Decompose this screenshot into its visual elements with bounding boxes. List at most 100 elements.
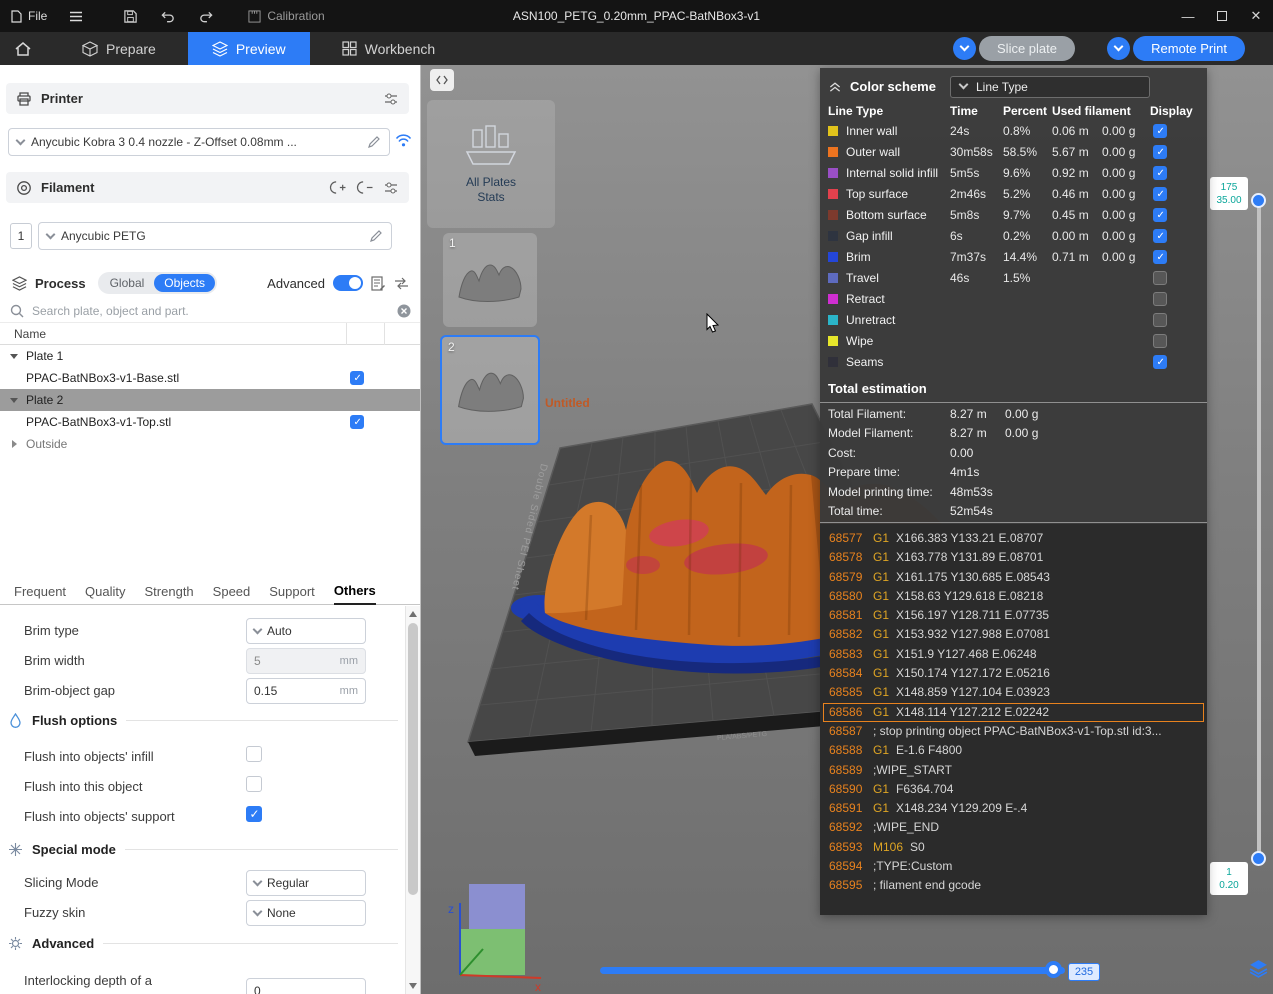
gcode-line[interactable]: 68577 G1 X166.383 Y133.21 E.08707 (823, 529, 1204, 548)
search-input[interactable] (32, 304, 389, 318)
display-checkbox[interactable] (1153, 291, 1167, 306)
fuzzy-skin-select[interactable]: None (246, 900, 366, 926)
undo-icon[interactable] (149, 0, 187, 32)
filament-index-box[interactable]: 1 (10, 223, 32, 249)
object-visible-checkbox[interactable] (350, 371, 364, 385)
gcode-line[interactable]: 68584 G1 X150.174 Y127.172 E.05216 (823, 664, 1204, 683)
tab-support[interactable]: Support (269, 584, 315, 604)
tree-row-plate-1[interactable]: Plate 1 (0, 345, 420, 367)
sidebar-scrollbar[interactable] (405, 606, 420, 994)
advanced-toggle[interactable] (333, 275, 363, 291)
gcode-line[interactable]: 68590 G1 F6364.704 (823, 780, 1204, 799)
remote-print-button[interactable]: Remote Print (1133, 36, 1245, 61)
menu-icon[interactable] (58, 0, 94, 32)
gcode-line[interactable]: 68580 G1 X158.63 Y129.618 E.08218 (823, 587, 1204, 606)
object-visible-checkbox[interactable] (350, 415, 364, 429)
color-scheme-select[interactable]: Line Type (949, 75, 1150, 98)
param-table-icon[interactable] (371, 275, 386, 291)
filament-settings-icon[interactable] (383, 180, 399, 196)
display-checkbox[interactable] (1153, 123, 1167, 138)
printer-select[interactable]: Anycubic Kobra 3 0.4 nozzle - Z-Offset 0… (8, 128, 390, 156)
chevron-down-icon[interactable] (10, 398, 18, 403)
flush-infill-checkbox[interactable] (246, 746, 262, 762)
tab-frequent[interactable]: Frequent (14, 584, 66, 604)
layer-slider-bottom-handle[interactable] (1251, 851, 1266, 866)
gcode-line[interactable]: 68589 ;WIPE_START (823, 761, 1204, 780)
collapse-sidebar-button[interactable] (430, 69, 454, 91)
interlocking-input[interactable]: 0 (246, 978, 366, 994)
slice-plate-button[interactable]: Slice plate (979, 36, 1075, 61)
wifi-connection-icon[interactable] (394, 133, 413, 148)
flush-support-checkbox[interactable] (246, 806, 262, 822)
display-checkbox[interactable] (1153, 165, 1167, 180)
gcode-line[interactable]: 68588 G1 E-1.6 F4800 (823, 741, 1204, 760)
plate-1-thumbnail[interactable]: 1 (443, 233, 537, 327)
display-checkbox[interactable] (1153, 312, 1167, 327)
minimize-button[interactable]: — (1171, 0, 1205, 32)
filament-select[interactable]: Anycubic PETG (38, 222, 392, 250)
remove-filament-icon[interactable] (356, 180, 374, 195)
tab-quality[interactable]: Quality (85, 584, 125, 604)
gcode-line[interactable]: 68586 G1 X148.114 Y127.212 E.02242 (823, 703, 1204, 722)
brim-type-select[interactable]: Auto (246, 618, 366, 644)
gcode-line[interactable]: 68582 G1 X153.932 Y127.988 E.07081 (823, 625, 1204, 644)
tree-row-plate-2[interactable]: Plate 2 (0, 389, 420, 411)
tab-prepare[interactable]: Prepare (58, 32, 180, 65)
display-checkbox[interactable] (1153, 186, 1167, 201)
display-checkbox[interactable] (1153, 333, 1167, 348)
brim-width-input[interactable]: 5 mm (246, 648, 366, 674)
move-slider-handle[interactable] (1045, 961, 1062, 978)
tree-row-top-stl[interactable]: PPAC-BatNBox3-v1-Top.stl (0, 411, 420, 433)
toggle-objects[interactable]: Objects (154, 274, 215, 292)
layers-view-icon[interactable] (1248, 958, 1269, 979)
display-checkbox[interactable] (1153, 249, 1167, 264)
home-button[interactable] (0, 32, 46, 65)
tree-row-base-stl[interactable]: PPAC-BatNBox3-v1-Base.stl (0, 367, 420, 389)
chevron-right-icon[interactable] (12, 440, 17, 448)
brim-gap-input[interactable]: 0.15 mm (246, 678, 366, 704)
gcode-line[interactable]: 68592 ;WIPE_END (823, 818, 1204, 837)
display-checkbox[interactable] (1153, 270, 1167, 285)
tab-others[interactable]: Others (333, 583, 376, 605)
layer-slider-top-handle[interactable] (1251, 193, 1266, 208)
save-icon[interactable] (112, 0, 149, 32)
gcode-line[interactable]: 68581 G1 X156.197 Y128.711 E.07735 (823, 606, 1204, 625)
scrollbar-thumb[interactable] (408, 623, 418, 895)
tab-preview[interactable]: Preview (187, 32, 310, 65)
gcode-line[interactable]: 68583 G1 X151.9 Y127.468 E.06248 (823, 645, 1204, 664)
edit-filament-icon[interactable] (369, 229, 383, 243)
plate-name-label[interactable]: Untitled (545, 396, 590, 410)
gcode-line[interactable]: 68595 ; filament end gcode (823, 876, 1204, 895)
gcode-line[interactable]: 68591 G1 X148.234 Y129.209 E-.4 (823, 799, 1204, 818)
gcode-line[interactable]: 68594 ;TYPE:Custom (823, 857, 1204, 876)
tab-strength[interactable]: Strength (145, 584, 194, 604)
display-checkbox[interactable] (1153, 354, 1167, 369)
maximize-button[interactable] (1205, 0, 1239, 32)
slicing-mode-select[interactable]: Regular (246, 870, 366, 896)
move-slider[interactable] (600, 967, 1065, 974)
tab-speed[interactable]: Speed (213, 584, 251, 604)
gcode-line[interactable]: 68578 G1 X163.778 Y131.89 E.08701 (823, 548, 1204, 567)
flush-object-checkbox[interactable] (246, 776, 262, 792)
gcode-line[interactable]: 68593 M106 S0 (823, 838, 1204, 857)
edit-printer-icon[interactable] (367, 135, 381, 149)
gcode-line[interactable]: 68579 G1 X161.175 Y130.685 E.08543 (823, 568, 1204, 587)
scroll-down-arrow[interactable] (409, 983, 417, 989)
display-checkbox[interactable] (1153, 207, 1167, 222)
slice-dropdown-chevron[interactable] (953, 37, 977, 60)
display-checkbox[interactable] (1153, 228, 1167, 243)
layer-slider[interactable] (1257, 195, 1261, 858)
add-filament-icon[interactable] (329, 180, 347, 195)
tab-workbench[interactable]: Workbench (318, 32, 460, 65)
redo-icon[interactable] (187, 0, 225, 32)
close-button[interactable]: ✕ (1239, 0, 1273, 32)
collapse-panel-icon[interactable] (828, 80, 842, 93)
chevron-down-icon[interactable] (10, 354, 18, 359)
file-menu[interactable]: File (0, 0, 58, 32)
filament-mapping-icon[interactable] (394, 277, 409, 290)
all-plates-stats-button[interactable]: All Plates Stats (427, 100, 555, 228)
clear-search-icon[interactable] (397, 304, 411, 318)
gcode-line[interactable]: 68587 ; stop printing object PPAC-BatNBo… (823, 722, 1204, 741)
print-dropdown-chevron[interactable] (1107, 37, 1131, 60)
display-checkbox[interactable] (1153, 144, 1167, 159)
